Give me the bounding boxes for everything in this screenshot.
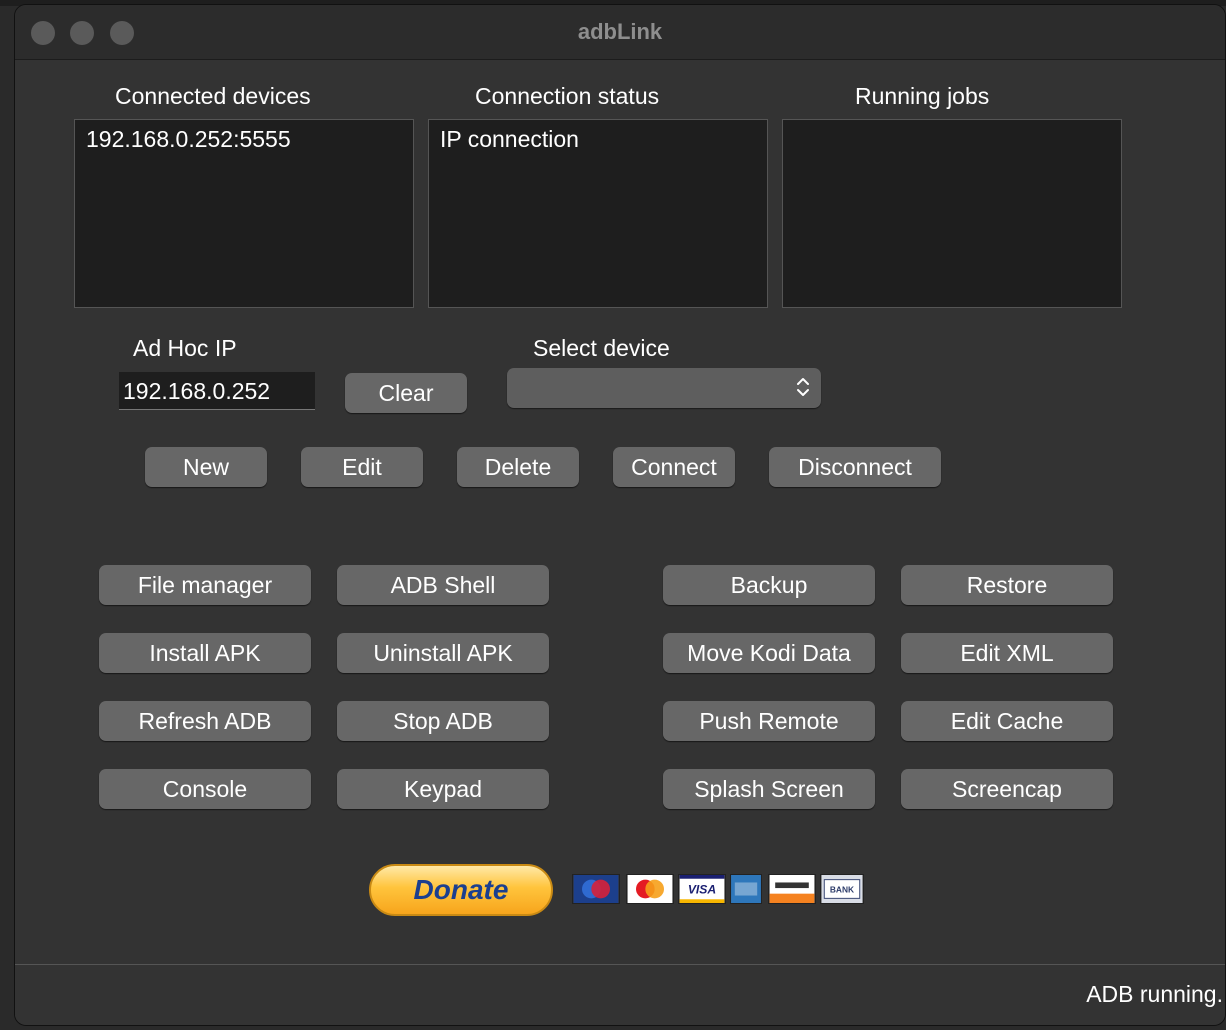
- connection-status-item: IP connection: [440, 126, 579, 152]
- connected-devices-list[interactable]: 192.168.0.252:5555: [74, 119, 414, 308]
- clear-button[interactable]: Clear: [345, 373, 467, 413]
- donate-button[interactable]: Donate: [369, 864, 553, 916]
- bank-transfer-icon: BANK: [820, 874, 864, 904]
- running-jobs-list: [782, 119, 1122, 308]
- running-jobs-label: Running jobs: [855, 83, 990, 109]
- stop-adb-button[interactable]: Stop ADB: [337, 701, 549, 741]
- mastercard-card-icon: [626, 874, 674, 904]
- connection-status-list: IP connection: [428, 119, 768, 308]
- console-button[interactable]: Console: [99, 769, 311, 809]
- select-device-label: Select device: [533, 335, 670, 361]
- delete-device-button[interactable]: Delete: [457, 447, 579, 487]
- title-bar[interactable]: adbLink: [15, 5, 1225, 60]
- svg-text:VISA: VISA: [688, 883, 716, 897]
- refresh-adb-button[interactable]: Refresh ADB: [99, 701, 311, 741]
- push-remote-button[interactable]: Push Remote: [663, 701, 875, 741]
- device-list-item[interactable]: 192.168.0.252:5555: [86, 126, 291, 153]
- status-bar: ADB running.: [15, 964, 1225, 1025]
- splash-screen-button[interactable]: Splash Screen: [663, 769, 875, 809]
- disconnect-button[interactable]: Disconnect: [769, 447, 941, 487]
- svg-text:BANK: BANK: [830, 885, 854, 895]
- window-title: adbLink: [577, 19, 663, 44]
- status-text: ADB running.: [1086, 981, 1223, 1007]
- file-manager-button[interactable]: File manager: [99, 565, 311, 605]
- updown-chevron-icon: [797, 378, 809, 396]
- adhoc-ip-label: Ad Hoc IP: [133, 335, 237, 361]
- edit-xml-button[interactable]: Edit XML: [901, 633, 1113, 673]
- visa-card-icon: VISA: [678, 874, 726, 904]
- screencap-button[interactable]: Screencap: [901, 769, 1113, 809]
- edit-device-button[interactable]: Edit: [301, 447, 423, 487]
- move-kodi-data-button[interactable]: Move Kodi Data: [663, 633, 875, 673]
- install-apk-button[interactable]: Install APK: [99, 633, 311, 673]
- connect-button[interactable]: Connect: [613, 447, 735, 487]
- adblink-window: adbLink Connected devices Connection sta…: [14, 4, 1226, 1026]
- connection-status-label: Connection status: [475, 83, 660, 109]
- edit-cache-button[interactable]: Edit Cache: [901, 701, 1113, 741]
- discover-card-icon: [768, 874, 816, 904]
- keypad-button[interactable]: Keypad: [337, 769, 549, 809]
- restore-button[interactable]: Restore: [901, 565, 1113, 605]
- new-device-button[interactable]: New: [145, 447, 267, 487]
- adb-shell-button[interactable]: ADB Shell: [337, 565, 549, 605]
- payment-cards-logos: VISA BANK: [572, 874, 864, 904]
- adhoc-ip-input[interactable]: 192.168.0.252: [119, 372, 315, 410]
- backup-button[interactable]: Backup: [663, 565, 875, 605]
- uninstall-apk-button[interactable]: Uninstall APK: [337, 633, 549, 673]
- connected-devices-label: Connected devices: [115, 83, 311, 109]
- device-select-dropdown[interactable]: [507, 368, 821, 408]
- amex-card-icon: [730, 874, 762, 904]
- maestro-card-icon: [572, 874, 620, 904]
